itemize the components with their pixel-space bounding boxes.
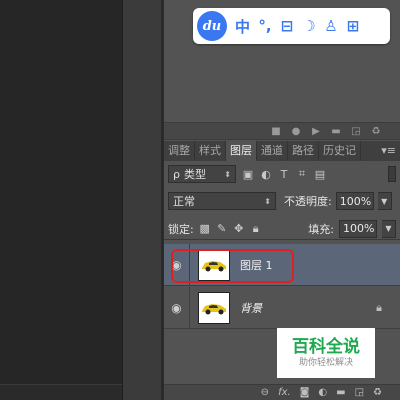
tab-channels[interactable]: 通道 — [257, 141, 288, 161]
fill-label: 填充: — [308, 222, 334, 236]
smart-object-filter-icon[interactable]: ▤ — [314, 168, 326, 181]
ime-language-toggle[interactable]: 中 — [235, 16, 250, 37]
blend-row: 正常 ⬍ 不透明度: 100% ▼ — [164, 190, 400, 212]
canvas-area[interactable] — [0, 0, 122, 400]
add-mask-icon[interactable]: ◙ — [300, 387, 310, 398]
trash-icon[interactable]: ♻ — [370, 125, 382, 137]
folder-icon[interactable]: ▬ — [330, 125, 342, 137]
play-icon[interactable]: ▶ — [310, 125, 322, 137]
fill-dropdown-icon[interactable]: ▼ — [382, 219, 396, 238]
canvas-status-bar — [0, 384, 122, 400]
visibility-eye-icon[interactable]: ◉ — [164, 287, 190, 328]
car-thumbnail-icon — [202, 303, 226, 314]
filter-toggle[interactable] — [388, 166, 396, 182]
blend-mode-value: 正常 — [173, 195, 195, 208]
ime-toolbar: du 中 °, ⊟ ☽ ♙ ⊞ — [193, 8, 390, 44]
layer-row-layer-1[interactable]: ◉ 图层 1 — [164, 244, 400, 286]
image-filter-icon[interactable]: ▣ — [242, 168, 254, 181]
link-layers-icon[interactable]: ⊖ — [261, 387, 269, 398]
panel-tabs: 调整 样式 图层 通道 路径 历史记 ▾≡ — [164, 141, 400, 161]
new-group-icon[interactable]: ▬ — [336, 387, 345, 398]
ime-user-icon[interactable]: ♙ — [324, 17, 338, 35]
panel-dock-strip — [122, 0, 162, 400]
lock-row: 锁定: ▩ ✎ ✥ 🔒︎ 填充: 100% ▼ — [164, 218, 400, 240]
panel-menu-icon[interactable]: ▾≡ — [377, 141, 400, 161]
watermark-subtitle: 助你轻松解决 — [298, 358, 353, 368]
layer-row-background[interactable]: ◉ 背景 🔒︎ — [164, 287, 400, 329]
lock-position-icon[interactable]: ✥ — [233, 222, 245, 235]
tab-styles[interactable]: 样式 — [195, 141, 226, 161]
opacity-input[interactable]: 100% — [335, 192, 374, 210]
tab-layers[interactable]: 图层 — [226, 141, 257, 161]
car-thumbnail-icon — [202, 260, 226, 271]
lock-icon: 🔒︎ — [376, 300, 382, 314]
tab-history[interactable]: 历史记 — [319, 141, 361, 161]
updown-arrow-icon: ⬍ — [264, 196, 271, 206]
updown-arrow-icon: ⬍ — [224, 169, 231, 179]
adjustment-layer-icon[interactable]: ◐ — [318, 387, 327, 398]
fx-icon[interactable]: fx. — [278, 387, 291, 398]
tab-paths[interactable]: 路径 — [288, 141, 319, 161]
ime-grid-icon[interactable]: ⊞ — [346, 17, 360, 35]
fill-input[interactable]: 100% — [339, 219, 377, 238]
type-filter-icon[interactable]: T — [278, 168, 290, 181]
new-layer-icon[interactable]: ◲ — [355, 387, 364, 398]
record-icon[interactable]: ● — [290, 125, 302, 137]
opacity-dropdown-icon[interactable]: ▼ — [377, 192, 392, 210]
ime-moon-icon[interactable]: ☽ — [302, 17, 316, 35]
search-icon: ρ — [173, 167, 180, 181]
opacity-label: 不透明度: — [284, 195, 332, 208]
lock-transparent-pixels-icon[interactable]: ▩ — [199, 222, 211, 235]
adjustment-filter-icon[interactable]: ◐ — [260, 168, 272, 181]
blend-mode-select[interactable]: 正常 ⬍ — [168, 192, 276, 210]
layers-bottom-bar: ⊖ fx. ◙ ◐ ▬ ◲ ♻ — [164, 384, 400, 400]
watermark-title: 百科全说 — [292, 337, 360, 357]
new-item-icon[interactable]: ◲ — [350, 125, 362, 137]
watermark: 百科全说 助你轻松解决 — [277, 328, 375, 378]
layer-name[interactable]: 背景 — [240, 300, 262, 316]
visibility-eye-icon[interactable]: ◉ — [164, 244, 190, 285]
layer-name[interactable]: 图层 1 — [240, 257, 273, 273]
layer-thumbnail[interactable] — [198, 248, 230, 281]
upper-panel-toolbar: ■ ● ▶ ▬ ◲ ♻ — [164, 122, 400, 140]
layer-filter-row: ρ 类型 ⬍ ▣ ◐ T ⌗ ▤ — [164, 162, 400, 186]
ime-punctuation-icon[interactable]: °, — [258, 17, 272, 35]
ime-toolbox-icon[interactable]: ⊟ — [280, 17, 294, 35]
filter-kind-select[interactable]: ρ 类型 ⬍ — [168, 165, 236, 183]
lock-image-pixels-icon[interactable]: ✎ — [216, 222, 228, 235]
du-logo[interactable]: du — [197, 11, 227, 41]
shape-filter-icon[interactable]: ⌗ — [296, 167, 308, 180]
filter-kind-label: 类型 — [183, 168, 206, 181]
lock-all-icon[interactable]: 🔒︎ — [250, 222, 262, 235]
delete-layer-icon[interactable]: ♻ — [373, 387, 382, 398]
stop-icon[interactable]: ■ — [270, 125, 282, 137]
tab-adjustments[interactable]: 调整 — [164, 141, 195, 161]
lock-label: 锁定: — [168, 222, 194, 236]
layer-thumbnail[interactable] — [198, 291, 230, 324]
